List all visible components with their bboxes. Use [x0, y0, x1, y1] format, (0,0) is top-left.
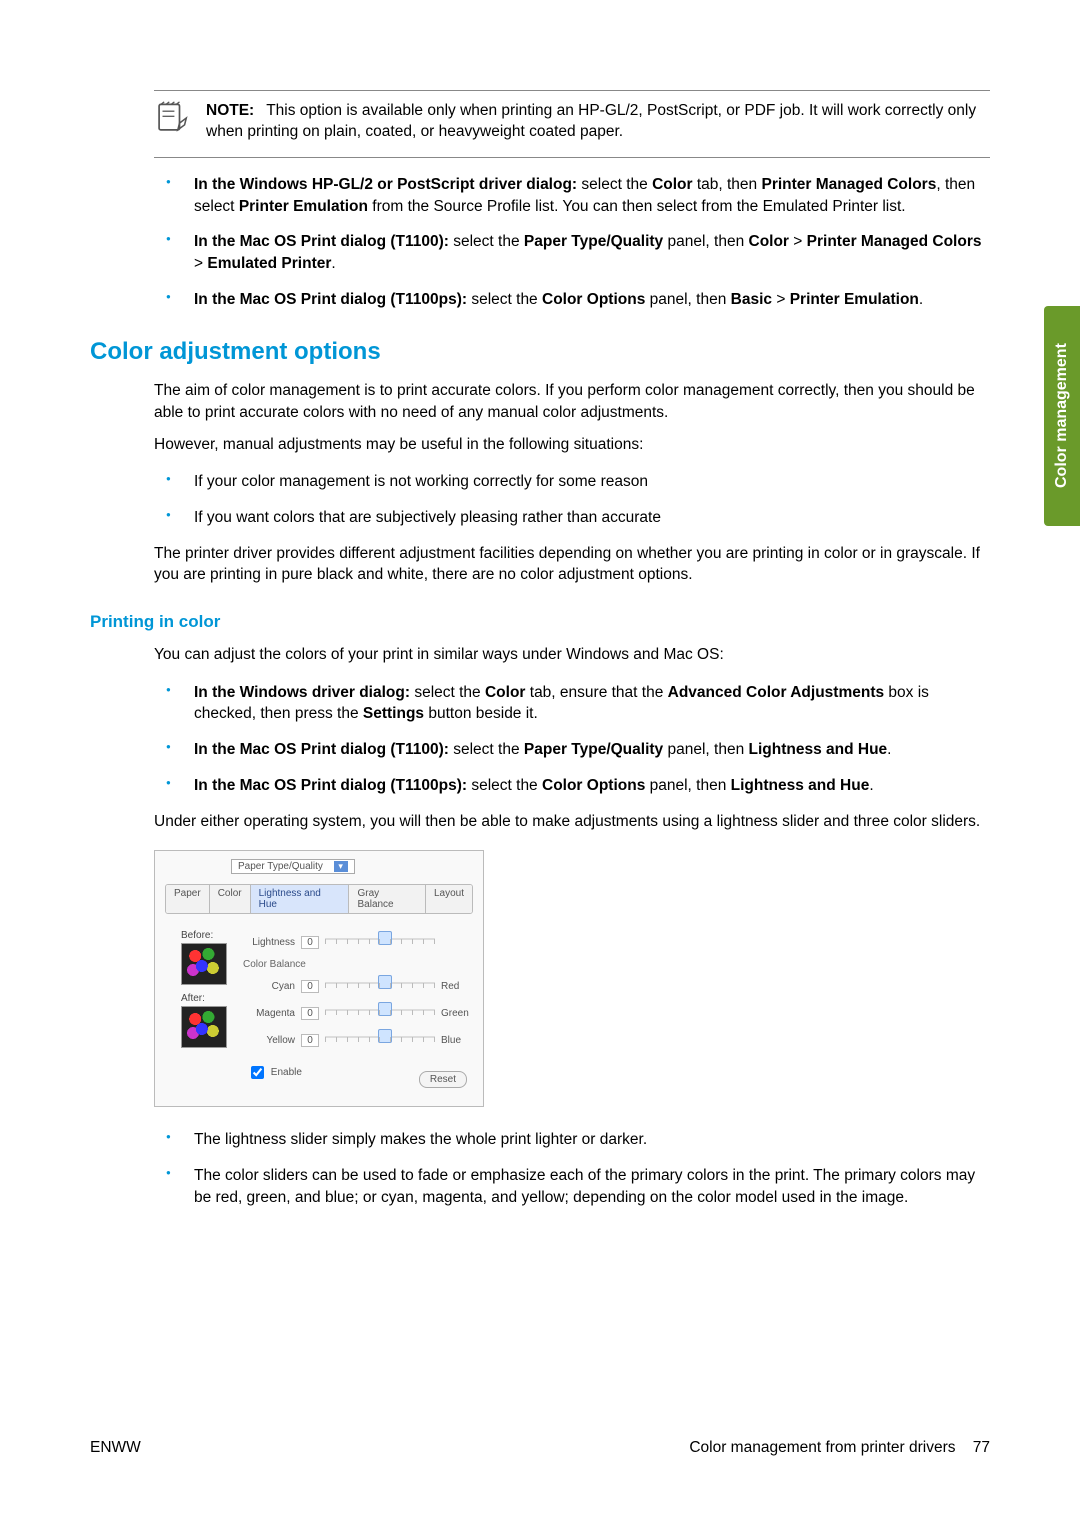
note-text: NOTE:This option is available only when … [206, 101, 990, 143]
heading-color-adjustment: Color adjustment options [90, 338, 990, 366]
body-paragraph: The aim of color management is to print … [154, 380, 990, 423]
list-item: If your color management is not working … [154, 471, 990, 493]
magenta-label: Magenta [243, 1008, 295, 1019]
list-item: In the Mac OS Print dialog (T1100): sele… [154, 739, 990, 761]
note-body: This option is available only when print… [206, 102, 976, 140]
bold-lead: In the Mac OS Print dialog (T1100ps): [194, 777, 467, 794]
lightness-label: Lightness [243, 937, 295, 948]
list-item: In the Windows driver dialog: select the… [154, 682, 990, 725]
enable-checkbox[interactable]: Enable Reset [247, 1063, 473, 1082]
before-label: Before: [181, 930, 243, 941]
bold-lead: In the Windows driver dialog: [194, 684, 410, 701]
list-item: In the Windows HP-GL/2 or PostScript dri… [154, 174, 990, 217]
body-paragraph: Under either operating system, you will … [154, 811, 990, 833]
footer-left: ENWW [90, 1439, 141, 1457]
tab-gray-balance[interactable]: Gray Balance [349, 885, 425, 913]
tab-color[interactable]: Color [210, 885, 251, 913]
tab-paper[interactable]: Paper [166, 885, 210, 913]
tab-layout[interactable]: Layout [426, 885, 472, 913]
body-paragraph: You can adjust the colors of your print … [154, 644, 990, 666]
magenta-slider[interactable] [325, 1009, 435, 1024]
red-label: Red [441, 981, 473, 992]
color-list: In the Windows driver dialog: select the… [154, 682, 990, 797]
list-item: If you want colors that are subjectively… [154, 507, 990, 529]
list-item: In the Mac OS Print dialog (T1100): sele… [154, 231, 990, 274]
green-label: Green [441, 1008, 473, 1019]
magenta-value[interactable]: 0 [301, 1007, 319, 1020]
page-number: 77 [973, 1439, 990, 1456]
tabs: Paper Color Lightness and Hue Gray Balan… [165, 884, 473, 914]
bold-lead: In the Mac OS Print dialog (T1100): [194, 233, 449, 250]
list-item: The color sliders can be used to fade or… [154, 1165, 990, 1208]
enable-label: Enable [271, 1067, 302, 1078]
panel-select[interactable]: Paper Type/Quality ▾ [231, 859, 355, 874]
bold-lead: In the Windows HP-GL/2 or PostScript dri… [194, 176, 577, 193]
select-arrow-icon: ▾ [334, 861, 348, 872]
page: Color management NOTE:This option is ava… [0, 0, 1080, 1527]
list-item: The lightness slider simply makes the wh… [154, 1129, 990, 1151]
blue-label: Blue [441, 1035, 473, 1046]
color-balance-label: Color Balance [243, 959, 473, 970]
yellow-slider[interactable] [325, 1036, 435, 1051]
heading-printing-in-color: Printing in color [90, 612, 990, 632]
body-paragraph: The printer driver provides different ad… [154, 543, 990, 586]
note-label: NOTE: [206, 102, 254, 119]
after-preview [181, 1006, 227, 1048]
before-preview [181, 943, 227, 985]
body-paragraph: However, manual adjustments may be usefu… [154, 434, 990, 456]
situations-list: If your color management is not working … [154, 471, 990, 528]
top-list: In the Windows HP-GL/2 or PostScript dri… [154, 174, 990, 310]
note-icon [154, 101, 188, 140]
cyan-slider[interactable] [325, 982, 435, 997]
cyan-label: Cyan [243, 981, 295, 992]
dialog-screenshot: Paper Type/Quality ▾ Paper Color Lightne… [154, 850, 484, 1107]
yellow-label: Yellow [243, 1035, 295, 1046]
yellow-value[interactable]: 0 [301, 1034, 319, 1047]
enable-checkbox-input[interactable] [251, 1066, 264, 1079]
bold-lead: In the Mac OS Print dialog (T1100ps): [194, 291, 467, 308]
after-label: After: [181, 993, 243, 1004]
footer-right: Color management from printer drivers 77 [689, 1439, 990, 1457]
panel-select-value: Paper Type/Quality [238, 861, 323, 872]
list-item: In the Mac OS Print dialog (T1100ps): se… [154, 775, 990, 797]
cyan-value[interactable]: 0 [301, 980, 319, 993]
note-box: NOTE:This option is available only when … [154, 90, 990, 158]
slider-description-list: The lightness slider simply makes the wh… [154, 1129, 990, 1208]
chapter-tab: Color management [1044, 306, 1080, 526]
tab-lightness-hue[interactable]: Lightness and Hue [251, 885, 350, 913]
page-footer: ENWW Color management from printer drive… [90, 1439, 990, 1457]
reset-button[interactable]: Reset [419, 1071, 467, 1088]
lightness-slider[interactable] [325, 938, 435, 953]
list-item: In the Mac OS Print dialog (T1100ps): se… [154, 289, 990, 311]
bold-lead: In the Mac OS Print dialog (T1100): [194, 741, 449, 758]
lightness-value[interactable]: 0 [301, 936, 319, 949]
